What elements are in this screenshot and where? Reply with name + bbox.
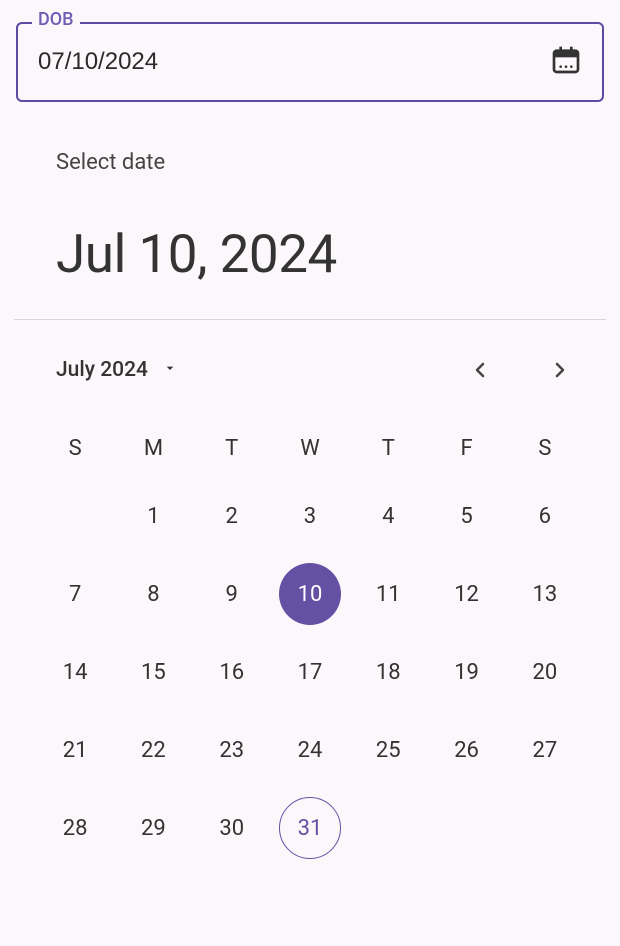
day-1[interactable]: 1: [122, 485, 184, 547]
day-cell: 14: [36, 633, 114, 711]
day-cell: 19: [427, 633, 505, 711]
weekday-header: T: [349, 420, 427, 477]
month-navigation: July 2024: [0, 320, 620, 420]
weekday-header: T: [193, 420, 271, 477]
day-7[interactable]: 7: [44, 563, 106, 625]
day-14[interactable]: 14: [44, 641, 106, 703]
day-cell: 17: [271, 633, 349, 711]
day-cell: 3: [271, 477, 349, 555]
day-29[interactable]: 29: [122, 797, 184, 859]
day-21[interactable]: 21: [44, 719, 106, 781]
day-17[interactable]: 17: [279, 641, 341, 703]
day-cell: 29: [114, 789, 192, 867]
day-cell: 27: [506, 711, 584, 789]
day-cell: 28: [36, 789, 114, 867]
selected-date-display: Jul 10, 2024: [56, 223, 620, 285]
day-9[interactable]: 9: [201, 563, 263, 625]
day-cell: 9: [193, 555, 271, 633]
day-cell: 4: [349, 477, 427, 555]
day-cell: 31: [271, 789, 349, 867]
day-cell: 10: [271, 555, 349, 633]
day-cell: 30: [193, 789, 271, 867]
day-20[interactable]: 20: [514, 641, 576, 703]
calendar-grid: SMTWTFS123456789101112131415161718192021…: [0, 420, 620, 867]
day-8[interactable]: 8: [122, 563, 184, 625]
day-cell: 18: [349, 633, 427, 711]
day-31[interactable]: 31: [279, 797, 341, 859]
weekday-header: F: [427, 420, 505, 477]
day-6[interactable]: 6: [514, 485, 576, 547]
day-cell: 2: [193, 477, 271, 555]
weekday-header: M: [114, 420, 192, 477]
weekday-header: W: [271, 420, 349, 477]
calendar-icon[interactable]: [550, 44, 582, 80]
day-cell: 20: [506, 633, 584, 711]
weekday-header: S: [506, 420, 584, 477]
day-cell: 8: [114, 555, 192, 633]
day-cell: 23: [193, 711, 271, 789]
day-22[interactable]: 22: [122, 719, 184, 781]
dob-input[interactable]: [16, 22, 604, 102]
day-cell: 5: [427, 477, 505, 555]
day-30[interactable]: 30: [201, 797, 263, 859]
day-cell: 11: [349, 555, 427, 633]
dob-input-container: DOB: [16, 22, 604, 102]
day-10[interactable]: 10: [279, 563, 341, 625]
day-3[interactable]: 3: [279, 485, 341, 547]
day-cell: 26: [427, 711, 505, 789]
day-2[interactable]: 2: [201, 485, 263, 547]
day-23[interactable]: 23: [201, 719, 263, 781]
dropdown-icon: [162, 358, 178, 382]
next-month-button[interactable]: [540, 350, 580, 390]
day-cell: 21: [36, 711, 114, 789]
day-13[interactable]: 13: [514, 563, 576, 625]
select-date-label: Select date: [56, 150, 620, 175]
day-cell: 13: [506, 555, 584, 633]
day-24[interactable]: 24: [279, 719, 341, 781]
day-cell: 16: [193, 633, 271, 711]
month-year-label: July 2024: [56, 358, 148, 382]
day-4[interactable]: 4: [357, 485, 419, 547]
day-15[interactable]: 15: [122, 641, 184, 703]
day-cell: 1: [114, 477, 192, 555]
dob-label: DOB: [32, 9, 80, 30]
day-cell: 12: [427, 555, 505, 633]
day-cell: 24: [271, 711, 349, 789]
empty-day-cell: [36, 477, 114, 555]
day-18[interactable]: 18: [357, 641, 419, 703]
day-19[interactable]: 19: [436, 641, 498, 703]
day-cell: 15: [114, 633, 192, 711]
day-27[interactable]: 27: [514, 719, 576, 781]
day-cell: 6: [506, 477, 584, 555]
day-cell: 22: [114, 711, 192, 789]
day-28[interactable]: 28: [44, 797, 106, 859]
day-12[interactable]: 12: [436, 563, 498, 625]
day-cell: 7: [36, 555, 114, 633]
day-cell: 25: [349, 711, 427, 789]
day-16[interactable]: 16: [201, 641, 263, 703]
date-picker: Select date Jul 10, 2024 July 2024 SMTWT…: [0, 150, 620, 867]
day-11[interactable]: 11: [357, 563, 419, 625]
month-year-selector[interactable]: July 2024: [56, 358, 178, 382]
weekday-header: S: [36, 420, 114, 477]
day-5[interactable]: 5: [436, 485, 498, 547]
day-26[interactable]: 26: [436, 719, 498, 781]
prev-month-button[interactable]: [460, 350, 500, 390]
day-25[interactable]: 25: [357, 719, 419, 781]
